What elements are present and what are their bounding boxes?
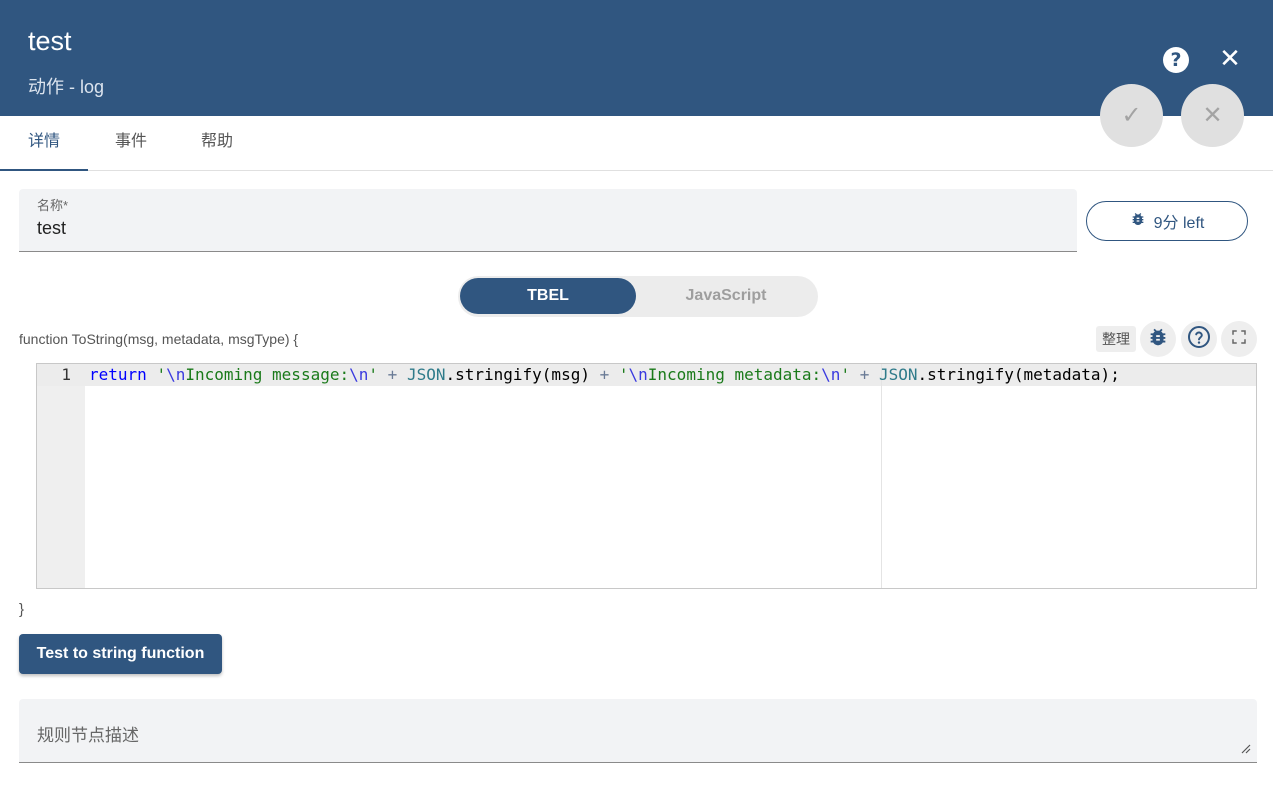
- fullscreen-button[interactable]: [1221, 321, 1257, 357]
- description-textarea[interactable]: 规则节点描述: [19, 699, 1257, 763]
- tab-help[interactable]: 帮助: [174, 116, 260, 171]
- help-circle-icon[interactable]: ?: [1163, 47, 1189, 73]
- code-editor[interactable]: 1 return '\nIncoming message:\n' + JSON.…: [36, 363, 1257, 589]
- function-signature: function ToString(msg, metadata, msgType…: [19, 331, 299, 347]
- debug-script-button[interactable]: [1140, 321, 1176, 357]
- fullscreen-icon: [1230, 328, 1248, 351]
- name-field-value[interactable]: test: [37, 218, 66, 239]
- tidy-button[interactable]: 整理: [1096, 326, 1136, 352]
- script-language-toggle: TBEL JavaScript: [458, 276, 818, 317]
- function-closing-brace: }: [19, 601, 25, 618]
- help-outline-icon: [1187, 325, 1211, 354]
- tab-events[interactable]: 事件: [88, 116, 174, 171]
- print-margin: [881, 364, 882, 588]
- node-subtitle: 动作 - log: [28, 77, 105, 97]
- dialog-header: test 动作 - log ? ✕: [0, 0, 1273, 116]
- resize-handle-icon[interactable]: [1239, 742, 1251, 754]
- toggle-option-tbel[interactable]: TBEL: [460, 278, 636, 314]
- debug-button-label: 9分 left: [1153, 215, 1205, 232]
- description-placeholder: 规则节点描述: [37, 726, 139, 745]
- debug-mode-button[interactable]: 9分 left: [1086, 201, 1248, 241]
- bug-icon: [1147, 326, 1169, 353]
- toggle-option-javascript[interactable]: JavaScript: [638, 278, 814, 314]
- name-field-label: 名称*: [37, 198, 69, 213]
- test-function-button[interactable]: Test to string function: [19, 634, 222, 674]
- tab-details[interactable]: 详情: [0, 116, 88, 171]
- bug-icon: [1130, 211, 1146, 232]
- editor-gutter: [37, 364, 85, 588]
- node-title: test: [28, 26, 72, 56]
- tab-bar: 详情 事件 帮助: [0, 116, 1273, 171]
- script-help-button[interactable]: [1181, 321, 1217, 357]
- line-number: 1: [61, 365, 71, 384]
- close-icon[interactable]: ✕: [1216, 45, 1244, 73]
- name-field[interactable]: 名称* test: [19, 189, 1077, 252]
- code-line[interactable]: return '\nIncoming message:\n' + JSON.st…: [89, 364, 1120, 386]
